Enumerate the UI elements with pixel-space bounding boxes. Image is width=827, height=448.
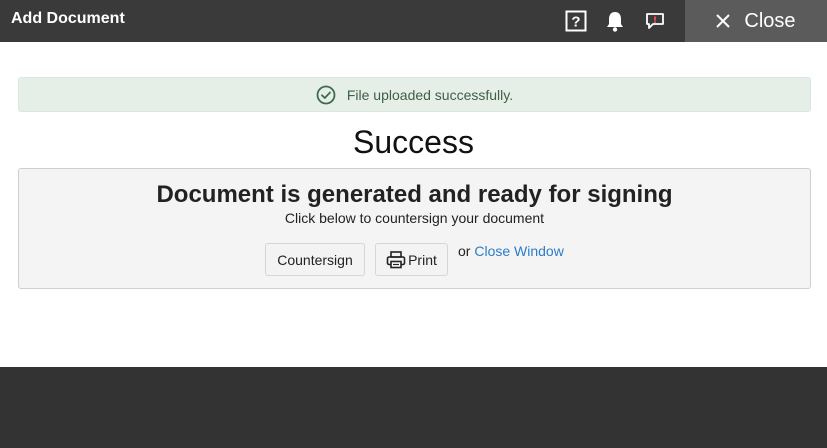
print-button-label: Print bbox=[408, 251, 437, 268]
dialog-title: Add Document bbox=[11, 10, 125, 27]
close-button-label: Close bbox=[744, 9, 796, 32]
check-circle-icon bbox=[316, 85, 336, 105]
print-button[interactable]: Print bbox=[375, 243, 448, 276]
close-window-prompt: or Close Window bbox=[458, 243, 564, 259]
alert-message: File uploaded successfully. bbox=[346, 86, 514, 103]
top-bar: Add Document ? Close bbox=[0, 0, 827, 42]
close-window-link[interactable]: Close Window bbox=[474, 243, 563, 259]
panel-subtitle: Click below to countersign your document bbox=[284, 210, 545, 226]
help-button[interactable]: ? bbox=[563, 8, 589, 34]
countersign-button[interactable]: Countersign bbox=[265, 243, 365, 276]
success-alert: File uploaded successfully. bbox=[18, 77, 811, 112]
close-icon bbox=[716, 14, 731, 28]
chat-button[interactable] bbox=[642, 8, 668, 34]
svg-text:?: ? bbox=[571, 14, 580, 31]
bell-icon bbox=[607, 12, 623, 32]
chat-icon bbox=[646, 13, 664, 29]
or-text: or bbox=[458, 243, 471, 259]
panel-title: Document is generated and ready for sign… bbox=[156, 181, 673, 208]
printer-icon bbox=[386, 250, 406, 268]
help-icon: ? bbox=[565, 10, 587, 32]
success-heading: Success bbox=[353, 124, 474, 160]
dialog-content: File uploaded successfully. Success Docu… bbox=[0, 42, 827, 367]
notifications-button[interactable] bbox=[602, 8, 628, 34]
signing-panel: Document is generated and ready for sign… bbox=[18, 168, 811, 289]
close-button[interactable]: Close bbox=[685, 0, 827, 42]
